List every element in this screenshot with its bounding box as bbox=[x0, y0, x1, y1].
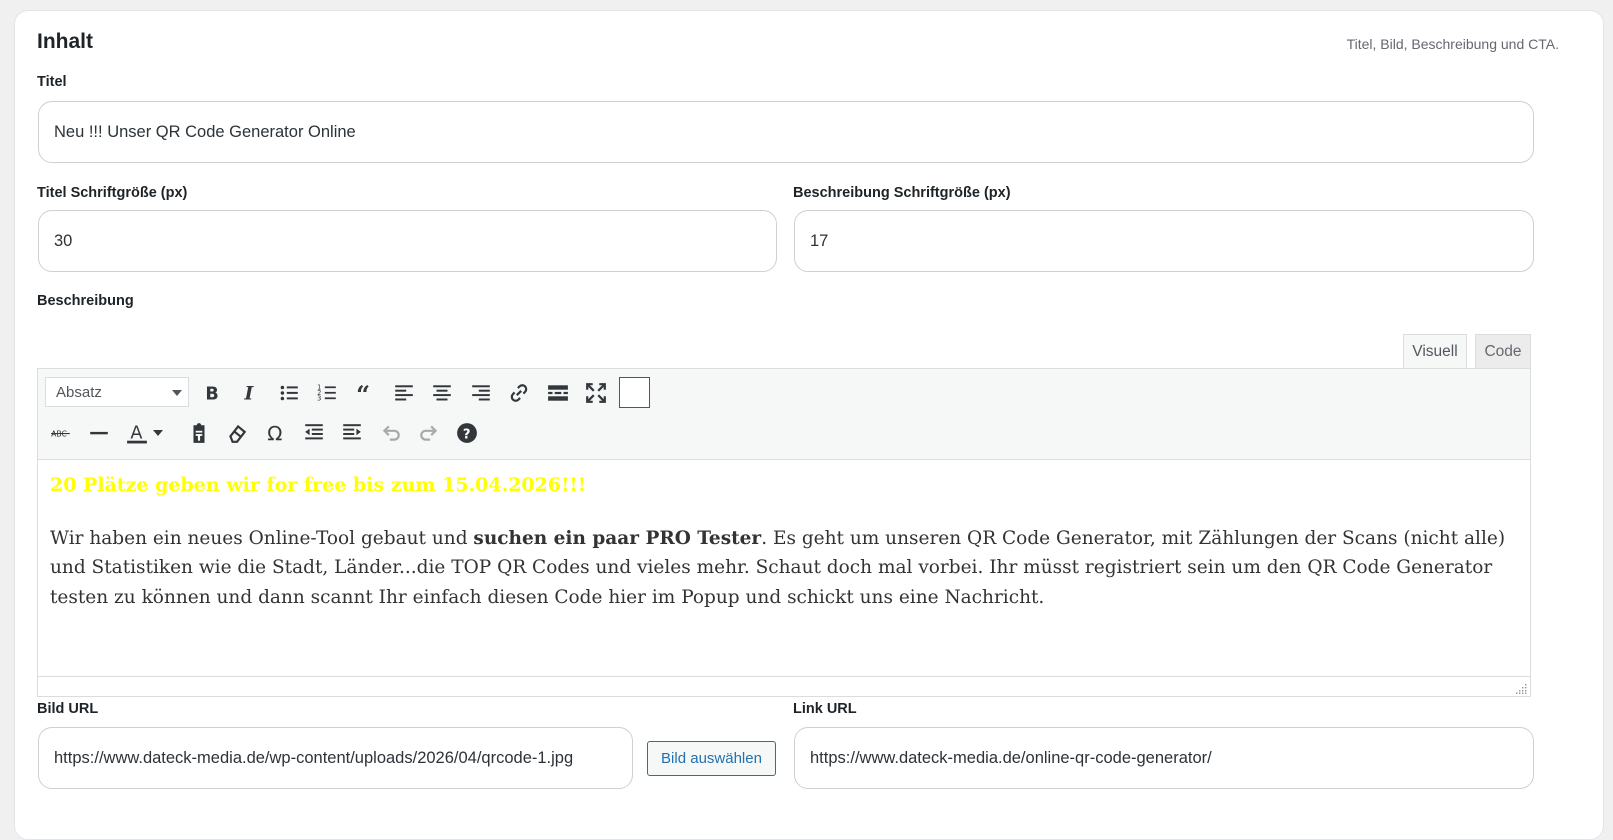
svg-text:B: B bbox=[205, 385, 218, 404]
svg-text:“: “ bbox=[356, 382, 370, 404]
link-url-input[interactable]: https://www.dateck-media.de/online-qr-co… bbox=[794, 727, 1534, 789]
title-input[interactable]: Neu !!! Unser QR Code Generator Online bbox=[38, 101, 1534, 163]
image-url-input[interactable]: https://www.dateck-media.de/wp-content/u… bbox=[38, 727, 633, 789]
align-right-icon[interactable] bbox=[466, 378, 496, 408]
highlight-text: 20 Plätze geben wir for free bis zum 15.… bbox=[50, 474, 587, 496]
fullscreen-icon[interactable] bbox=[581, 378, 611, 408]
link-icon[interactable] bbox=[504, 378, 534, 408]
title-label: Titel bbox=[37, 74, 67, 90]
indent-icon[interactable] bbox=[337, 418, 367, 448]
redo-icon[interactable] bbox=[414, 418, 444, 448]
italic-icon[interactable]: I bbox=[235, 378, 265, 408]
desc-font-size-label: Beschreibung Schriftgröße (px) bbox=[793, 185, 1011, 201]
editor-paragraph: Wir haben ein neues Online-Tool gebaut u… bbox=[50, 524, 1516, 613]
blockquote-icon[interactable]: “ bbox=[351, 378, 381, 408]
svg-text:Ω: Ω bbox=[267, 423, 282, 444]
image-url-value: https://www.dateck-media.de/wp-content/u… bbox=[54, 748, 574, 767]
title-font-size-input[interactable]: 30 bbox=[38, 210, 777, 272]
paragraph-text-start: Wir haben ein neues Online-Tool gebaut u… bbox=[50, 527, 474, 549]
help-icon[interactable]: ? bbox=[452, 418, 482, 448]
chevron-down-icon bbox=[153, 430, 163, 436]
toolbar-toggle-icon[interactable] bbox=[619, 377, 650, 408]
title-font-size-value: 30 bbox=[54, 231, 73, 250]
bullet-list-icon[interactable] bbox=[274, 378, 304, 408]
svg-text:?: ? bbox=[463, 428, 471, 443]
paste-text-icon[interactable] bbox=[184, 418, 214, 448]
desc-font-size-value: 17 bbox=[810, 231, 829, 250]
strikethrough-icon[interactable]: ABC bbox=[46, 418, 76, 448]
paragraph-bold-text: suchen ein paar PRO Tester bbox=[473, 527, 762, 549]
title-font-size-label: Titel Schriftgröße (px) bbox=[37, 185, 188, 201]
editor-statusbar bbox=[38, 676, 1530, 696]
bold-icon[interactable]: B bbox=[197, 378, 227, 408]
rich-text-editor: Absatz B I 123 “ ABC A Ω ? 20 Plätze geb… bbox=[37, 368, 1531, 697]
svg-text:3: 3 bbox=[317, 395, 321, 403]
editor-toolbar: Absatz B I 123 “ ABC A Ω ? bbox=[38, 369, 1530, 460]
horizontal-line-icon[interactable] bbox=[84, 418, 114, 448]
editor-content[interactable]: 20 Plätze geben wir for free bis zum 15.… bbox=[50, 471, 1516, 612]
undo-icon[interactable] bbox=[376, 418, 406, 448]
numbered-list-icon[interactable]: 123 bbox=[312, 378, 342, 408]
format-select[interactable]: Absatz bbox=[45, 377, 189, 407]
title-input-value: Neu !!! Unser QR Code Generator Online bbox=[54, 122, 356, 141]
read-more-icon[interactable] bbox=[543, 378, 573, 408]
tab-visual[interactable]: Visuell bbox=[1403, 334, 1467, 369]
choose-image-button[interactable]: Bild auswählen bbox=[647, 741, 776, 776]
format-select-value: Absatz bbox=[56, 383, 102, 401]
svg-text:A: A bbox=[130, 424, 142, 444]
clear-formatting-icon[interactable] bbox=[222, 418, 252, 448]
text-color-dropdown[interactable] bbox=[151, 418, 165, 448]
special-character-icon[interactable]: Ω bbox=[261, 418, 291, 448]
align-left-icon[interactable] bbox=[389, 378, 419, 408]
resize-grip-icon[interactable] bbox=[1516, 683, 1527, 694]
chevron-down-icon bbox=[172, 390, 182, 396]
tab-code[interactable]: Code bbox=[1475, 334, 1531, 369]
text-color-icon[interactable]: A bbox=[122, 418, 152, 448]
link-url-value: https://www.dateck-media.de/online-qr-co… bbox=[810, 748, 1212, 767]
outdent-icon[interactable] bbox=[299, 418, 329, 448]
section-title: Inhalt bbox=[37, 30, 93, 53]
section-subtitle: Titel, Bild, Beschreibung und CTA. bbox=[1346, 36, 1559, 52]
link-url-label: Link URL bbox=[793, 701, 857, 717]
align-center-icon[interactable] bbox=[427, 378, 457, 408]
svg-text:I: I bbox=[244, 383, 255, 404]
description-label: Beschreibung bbox=[37, 293, 134, 309]
image-url-label: Bild URL bbox=[37, 701, 99, 717]
desc-font-size-input[interactable]: 17 bbox=[794, 210, 1534, 272]
